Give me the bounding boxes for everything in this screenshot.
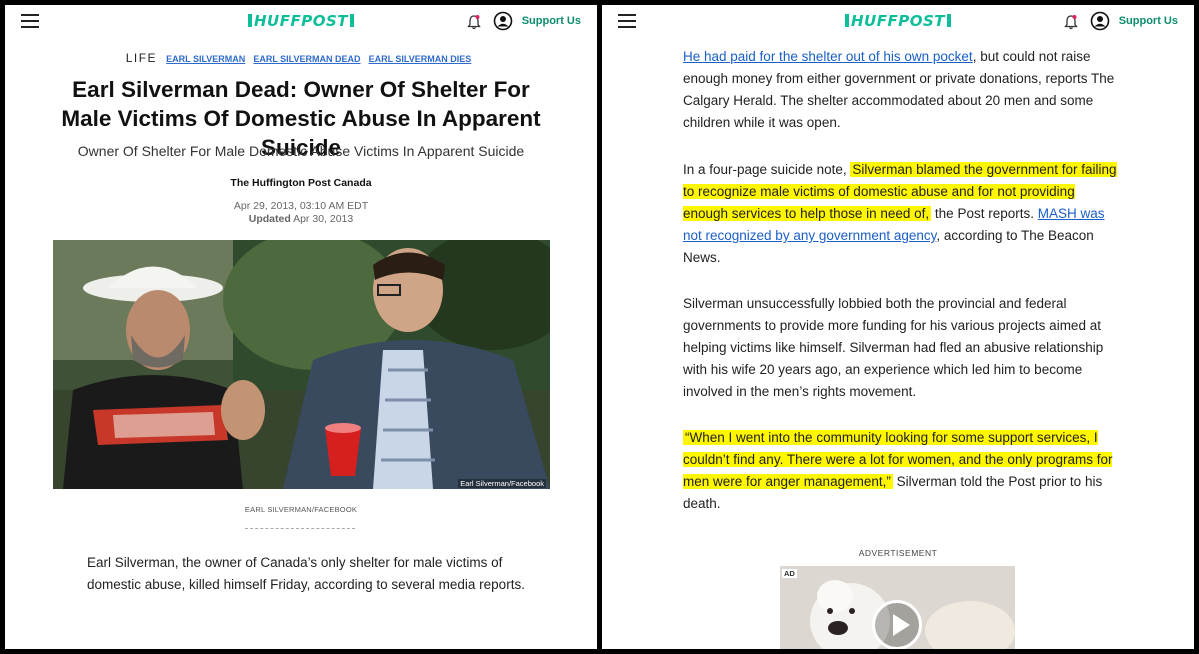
article-dates: Apr 29, 2013, 03:10 AM EDT Updated Apr 3… [5, 200, 597, 226]
photo-illustration [53, 240, 550, 489]
site-header: HUFFPOST Support Us [5, 5, 597, 37]
video-ad[interactable]: AD [780, 566, 1015, 649]
published-date: Apr 29, 2013, 03:10 AM EDT [233, 200, 369, 212]
tag-link[interactable]: EARL SILVERMAN DIES [369, 54, 472, 64]
article-paragraph: In a four-page suicide note, Silverman b… [683, 162, 1117, 265]
section-tags: LIFE EARL SILVERMAN EARL SILVERMAN DEAD … [5, 51, 597, 65]
caption-divider [245, 528, 355, 529]
right-article-screenshot: HUFFPOST Support Us He had paid for the … [602, 5, 1194, 649]
article-paragraph: Silverman unsuccessfully lobbied both th… [683, 296, 1104, 399]
tag-link[interactable]: EARL SILVERMAN DEAD [253, 54, 360, 64]
bell-icon[interactable] [467, 14, 481, 30]
support-us-link[interactable]: Support Us [522, 15, 581, 27]
article-paragraph: “When I went into the community looking … [683, 430, 1113, 511]
photo-caption: EARL SILVERMAN/FACEBOOK [244, 505, 358, 514]
article-subheadline: Owner Of Shelter For Male Domestic Abuse… [77, 143, 525, 159]
support-us-link[interactable]: Support Us [1119, 15, 1178, 27]
tag-link[interactable]: EARL SILVERMAN [166, 54, 245, 64]
article-paragraph: Earl Silverman, the owner of Canada’s on… [87, 555, 525, 592]
user-account-icon[interactable] [493, 11, 513, 31]
article-byline[interactable]: The Huffington Post Canada [5, 177, 597, 189]
ad-badge: AD [782, 569, 797, 578]
section-label[interactable]: LIFE [126, 51, 157, 65]
play-icon[interactable] [872, 600, 922, 649]
user-account-icon[interactable] [1090, 11, 1110, 31]
left-article-screenshot: HUFFPOST Support Us LIFE EARL SILVERMAN … [5, 5, 597, 649]
bell-icon[interactable] [1064, 14, 1078, 30]
article-paragraph: He had paid for the shelter out of his o… [683, 49, 1115, 130]
source-link[interactable]: He had paid for the shelter out of his o… [683, 49, 973, 64]
updated-date: Updated Apr 30, 2013 [248, 213, 354, 225]
site-header: HUFFPOST Support Us [602, 5, 1194, 37]
article-photo[interactable]: Earl Silverman/Facebook [53, 240, 550, 489]
advertisement-label: ADVERTISEMENT [858, 548, 938, 558]
photo-credit-watermark: Earl Silverman/Facebook [458, 479, 546, 488]
